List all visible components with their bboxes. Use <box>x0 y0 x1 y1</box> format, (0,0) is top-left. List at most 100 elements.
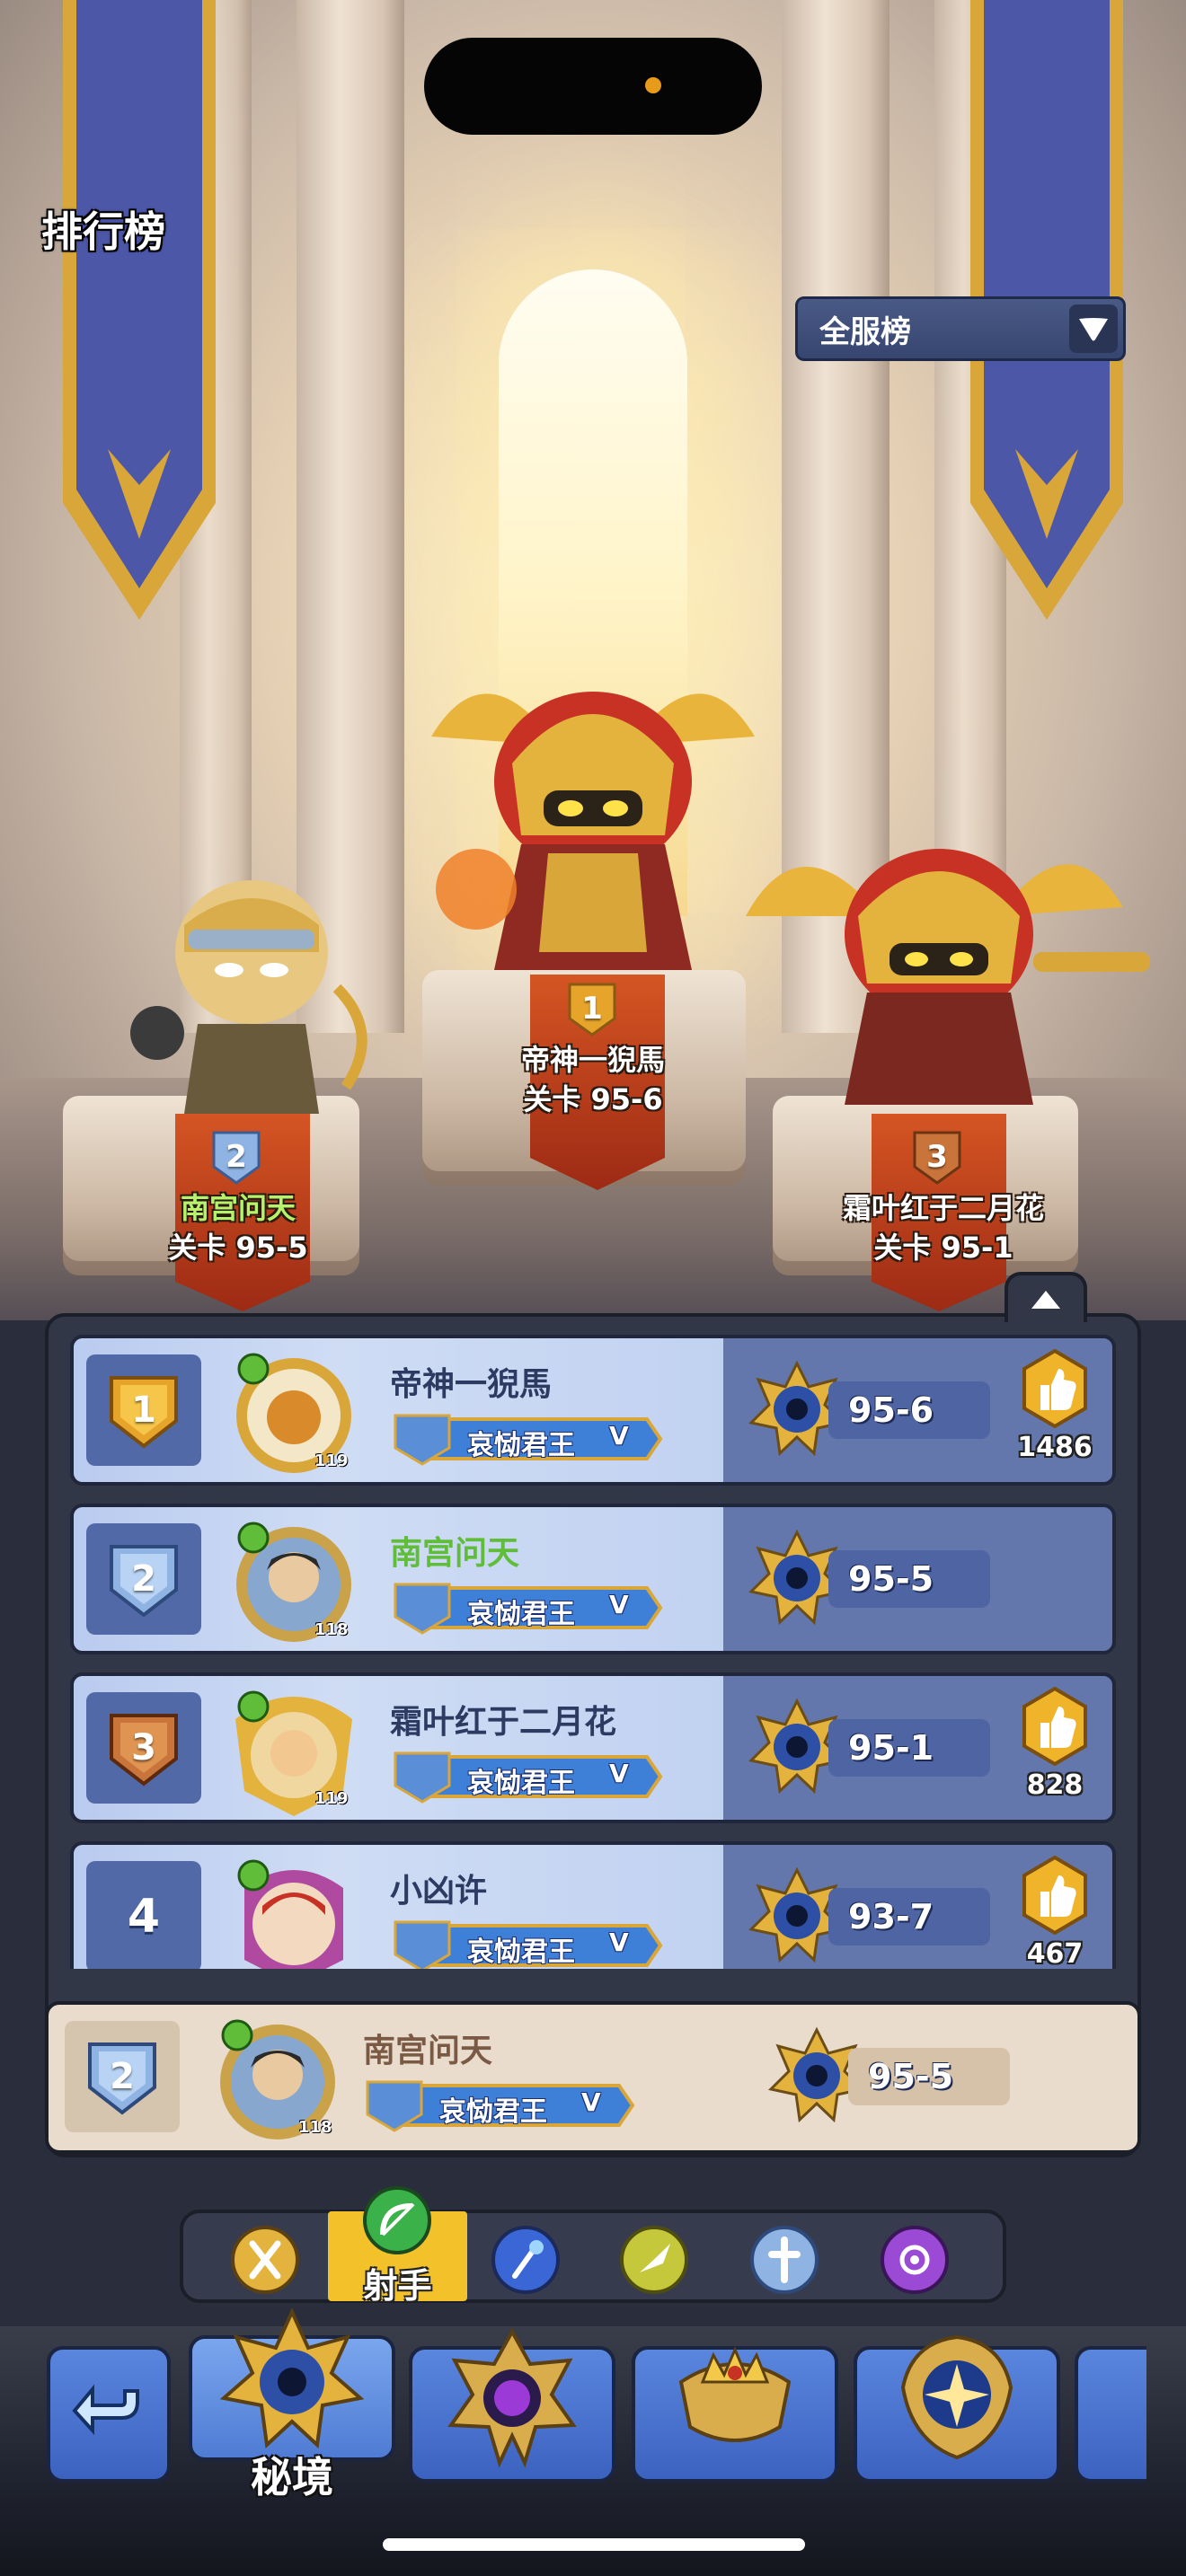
thumbs-up-icon <box>1022 1856 1087 1935</box>
thumbs-up-icon <box>1022 1687 1087 1766</box>
player-title-plate: 哀恸君王 V <box>386 1750 665 1804</box>
priest-class-icon[interactable] <box>748 2224 820 2296</box>
player-name: 小凶许 <box>390 1873 488 1910</box>
player-title-plate: 哀恸君王 V <box>386 1412 665 1466</box>
collapse-panel-button[interactable] <box>1005 1272 1087 1322</box>
dynamic-island <box>424 38 762 135</box>
player-title-text: 哀恸君王 <box>467 1430 575 1461</box>
row-rank-cell: 2 <box>86 1523 201 1635</box>
podium-third-stage: 关卡 95-1 <box>873 1231 1013 1265</box>
rank-number: 4 <box>127 1890 161 1944</box>
ranking-row[interactable]: 1 119 帝神一猊馬 哀恸君王 V 95-6 1486 <box>70 1335 1116 1486</box>
server-scope-dropdown[interactable]: 全服榜 <box>795 296 1126 361</box>
chevron-up-icon <box>1031 1291 1060 1309</box>
player-title-suffix: V <box>609 1590 629 1619</box>
back-button[interactable] <box>47 2346 171 2483</box>
player-title-suffix: V <box>609 1421 629 1451</box>
archer-class-icon[interactable] <box>361 2184 433 2256</box>
stage-value: 95-6 <box>848 1390 934 1430</box>
player-title-suffix: V <box>609 1759 629 1788</box>
podium-first-stage: 关卡 95-6 <box>523 1082 663 1116</box>
privacy-indicator-dot <box>645 77 661 93</box>
player-name: 南宫问天 <box>363 2033 493 2069</box>
chevron-down-icon <box>1069 304 1118 353</box>
player-avatar[interactable] <box>226 1852 361 1969</box>
player-avatar[interactable]: 118 <box>210 2012 345 2147</box>
player-avatar[interactable]: 119 <box>226 1345 361 1480</box>
star-compass-emblem-icon <box>885 2325 1029 2468</box>
podium-second-name: 南宫问天 <box>180 1191 296 1225</box>
row-rank-cell: 4 <box>86 1861 201 1969</box>
ranking-list[interactable]: 1 119 帝神一猊馬 哀恸君王 V 95-6 1486 2 118 南宫问天 … <box>70 1335 1116 1969</box>
podium-first-name: 帝神一猊馬 <box>520 1043 665 1077</box>
row-rank-cell: 1 <box>86 1354 201 1466</box>
nav-tab-6[interactable] <box>1075 2346 1146 2483</box>
player-title-text: 哀恸君王 <box>467 1768 575 1799</box>
like-count: 828 <box>1026 1769 1084 1801</box>
home-indicator[interactable] <box>383 2538 805 2551</box>
player-title-suffix: V <box>581 2087 601 2117</box>
silver-shield-icon: 2 <box>106 1539 181 1619</box>
row-rank-cell: 2 <box>65 2021 180 2132</box>
player-avatar[interactable]: 118 <box>226 1514 361 1649</box>
server-scope-selected-label: 全服榜 <box>819 313 911 350</box>
crown-crest-icon <box>663 2328 807 2463</box>
like-count: 467 <box>1026 1938 1084 1969</box>
assassin-class-icon[interactable] <box>618 2224 690 2296</box>
stage-value: 95-1 <box>848 1728 934 1768</box>
player-title-plate: 哀恸君王 V <box>358 2078 637 2132</box>
stage-value: 93-7 <box>848 1897 934 1936</box>
like-button[interactable]: 467 <box>1008 1856 1098 1969</box>
player-name: 帝神一猊馬 <box>390 1366 553 1403</box>
hanging-banner-left <box>36 0 234 629</box>
ranking-row[interactable]: 4 小凶许 哀恸君王 V 93-7 467 <box>70 1841 1116 1969</box>
purple-gem-emblem-icon <box>440 2325 584 2468</box>
hero-figure-second[interactable] <box>103 853 400 1123</box>
ranking-row[interactable]: 2 118 南宫问天 哀恸君王 V 95-5 <box>70 1504 1116 1654</box>
like-button[interactable]: 828 <box>1008 1687 1098 1822</box>
nav-active-label: 秘境 <box>251 2453 333 2501</box>
podium-second-stage: 关卡 95-5 <box>168 1231 308 1265</box>
ranking-row[interactable]: 3 119 霜叶红于二月花 哀恸君王 V 95-1 828 <box>70 1672 1116 1823</box>
stage-value-pill: 95-5 <box>848 2048 1010 2105</box>
thumbs-up-icon <box>1022 1349 1087 1428</box>
podium-second-info: 南宫问天 关卡 95-5 <box>108 1188 368 1267</box>
stage-value: 95-5 <box>848 1559 934 1599</box>
stage-value-pill: 95-6 <box>828 1381 990 1439</box>
silver-shield-icon: 2 <box>84 2037 160 2116</box>
bronze-shield-icon: 3 <box>106 1708 181 1787</box>
player-title-text: 哀恸君王 <box>439 2096 547 2128</box>
summoner-class-icon[interactable] <box>879 2224 951 2296</box>
warrior-class-icon[interactable] <box>229 2224 301 2296</box>
player-title-text: 哀恸君王 <box>467 1599 575 1630</box>
like-button[interactable]: 1486 <box>1008 1349 1098 1484</box>
player-avatar[interactable]: 119 <box>226 1683 361 1818</box>
player-title-suffix: V <box>609 1928 629 1957</box>
gold-shield-icon: 1 <box>106 1371 181 1450</box>
rank-badge-second: 2 <box>207 1127 266 1187</box>
rank-badge-first: 1 <box>562 979 622 1038</box>
podium-third-name: 霜叶红于二月花 <box>842 1191 1044 1225</box>
player-level: 119 <box>314 1789 349 1808</box>
secret-realm-emblem-icon <box>219 2307 365 2452</box>
stage-value-pill: 95-1 <box>828 1719 990 1777</box>
page-title: 排行榜 <box>41 207 165 256</box>
player-name: 霜叶红于二月花 <box>390 1704 617 1741</box>
rank-badge-third: 3 <box>907 1127 967 1187</box>
player-title-plate: 哀恸君王 V <box>386 1581 665 1635</box>
my-ranking-row[interactable]: 2 118 南宫问天 哀恸君王 V 95-5 <box>45 2001 1141 2154</box>
player-level: 118 <box>314 1620 349 1639</box>
return-arrow-icon <box>72 2384 139 2436</box>
stage-value-pill: 93-7 <box>828 1888 990 1945</box>
stage-value-pill: 95-5 <box>828 1550 990 1608</box>
hero-figure-third[interactable] <box>710 781 1159 1114</box>
player-title-plate: 哀恸君王 V <box>386 1919 665 1969</box>
podium-first-info: 帝神一猊馬 关卡 95-6 <box>467 1040 719 1119</box>
mage-class-icon[interactable] <box>490 2224 562 2296</box>
player-name: 南宫问天 <box>390 1535 520 1572</box>
player-title-text: 哀恸君王 <box>467 1936 575 1968</box>
stage-value: 95-5 <box>868 2057 954 2096</box>
player-level: 119 <box>314 1451 349 1470</box>
row-rank-cell: 3 <box>86 1692 201 1804</box>
active-class-label: 射手 <box>363 2266 432 2306</box>
